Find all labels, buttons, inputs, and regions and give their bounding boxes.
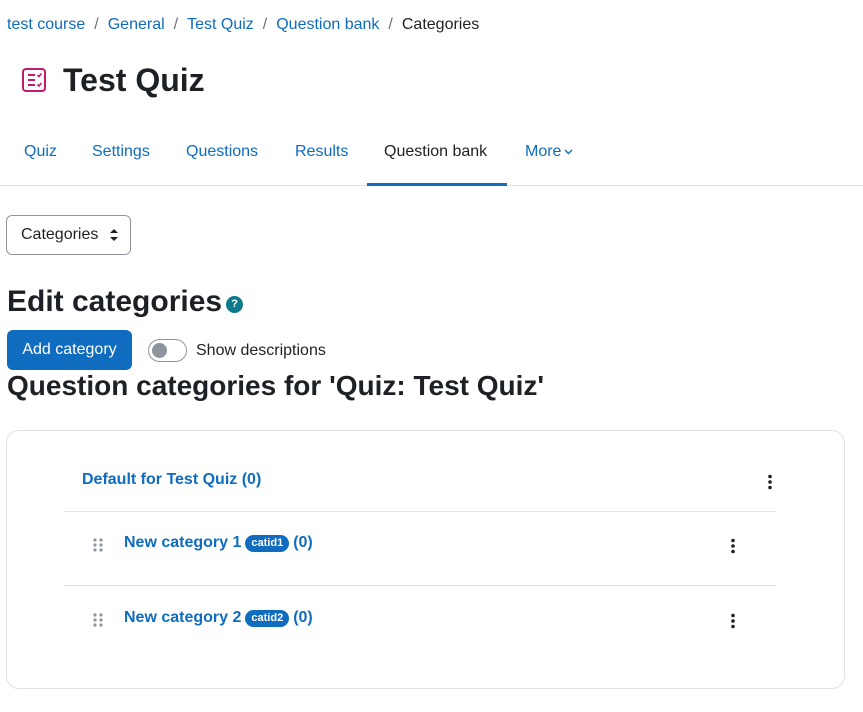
breadcrumb: test course / General / Test Quiz / Ques… (7, 16, 479, 34)
category-item: New category 1 catid1 (0) (124, 534, 313, 552)
divider (64, 511, 776, 512)
breadcrumb-test-course[interactable]: test course (7, 16, 85, 34)
edit-categories-heading: Edit categories ? (7, 283, 244, 321)
drag-handle-icon[interactable] (92, 612, 104, 628)
category-link[interactable]: New category 2 catid2 (0) (124, 609, 313, 627)
category-name: New category 2 (124, 609, 242, 626)
breadcrumb-question-bank[interactable]: Question bank (276, 16, 379, 34)
breadcrumb-current: Categories (401, 16, 480, 33)
question-bank-navigation-select[interactable]: Categories (6, 215, 131, 255)
page-title: Test Quiz (63, 62, 205, 98)
category-item: New category 2 catid2 (0) (124, 609, 313, 627)
breadcrumb-separator: / (262, 16, 268, 33)
breadcrumb-separator: / (94, 16, 99, 33)
quiz-icon (20, 66, 48, 94)
breadcrumb-separator: / (173, 16, 179, 33)
tab-questions[interactable]: Questions (169, 128, 275, 186)
question-categories-heading: Question categories for 'Quiz: Test Quiz… (7, 370, 545, 401)
show-descriptions-label: Show descriptions (196, 341, 326, 359)
tab-quiz[interactable]: Quiz (7, 128, 74, 186)
breadcrumb-separator: / (388, 16, 393, 33)
tab-more-label: More (525, 143, 562, 160)
edit-categories-title: Edit categories (7, 285, 223, 318)
tab-settings[interactable]: Settings (75, 128, 167, 186)
divider (64, 585, 776, 586)
category-name: Default for Test Quiz (82, 471, 238, 488)
page-header: Test Quiz (20, 60, 205, 100)
idnumber-badge: catid2 (245, 609, 290, 627)
kebab-menu-icon[interactable] (760, 472, 780, 492)
category-link[interactable]: Default for Test Quiz (0) (82, 471, 261, 489)
category-count: (0) (293, 534, 313, 551)
categories-card: Default for Test Quiz (0) New category 1… (6, 430, 845, 689)
chevron-down-icon (564, 128, 573, 176)
kebab-menu-icon[interactable] (723, 536, 743, 556)
breadcrumb-test-quiz[interactable]: Test Quiz (187, 16, 254, 34)
breadcrumb-general[interactable]: General (108, 16, 165, 34)
tab-more[interactable]: More (508, 128, 590, 186)
kebab-menu-icon[interactable] (723, 611, 743, 631)
select-value: Categories (21, 226, 99, 243)
category-count: (0) (293, 609, 313, 626)
show-descriptions-toggle[interactable] (148, 339, 187, 362)
drag-handle-icon[interactable] (92, 537, 104, 553)
idnumber-badge: catid1 (245, 534, 290, 552)
toggle-knob (152, 343, 167, 358)
help-icon[interactable]: ? (226, 295, 244, 313)
category-item: Default for Test Quiz (0) (82, 471, 261, 489)
secondary-navigation: Quiz Settings Questions Results Question… (0, 128, 863, 186)
show-descriptions-toggle-wrap: Show descriptions (148, 339, 326, 362)
category-count: (0) (241, 471, 262, 488)
tab-results[interactable]: Results (278, 128, 365, 186)
category-link[interactable]: New category 1 catid1 (0) (124, 534, 313, 552)
add-category-button[interactable]: Add category (7, 330, 132, 370)
select-updown-icon (110, 229, 118, 241)
category-name: New category 1 (124, 534, 242, 551)
tab-question-bank[interactable]: Question bank (367, 128, 507, 186)
